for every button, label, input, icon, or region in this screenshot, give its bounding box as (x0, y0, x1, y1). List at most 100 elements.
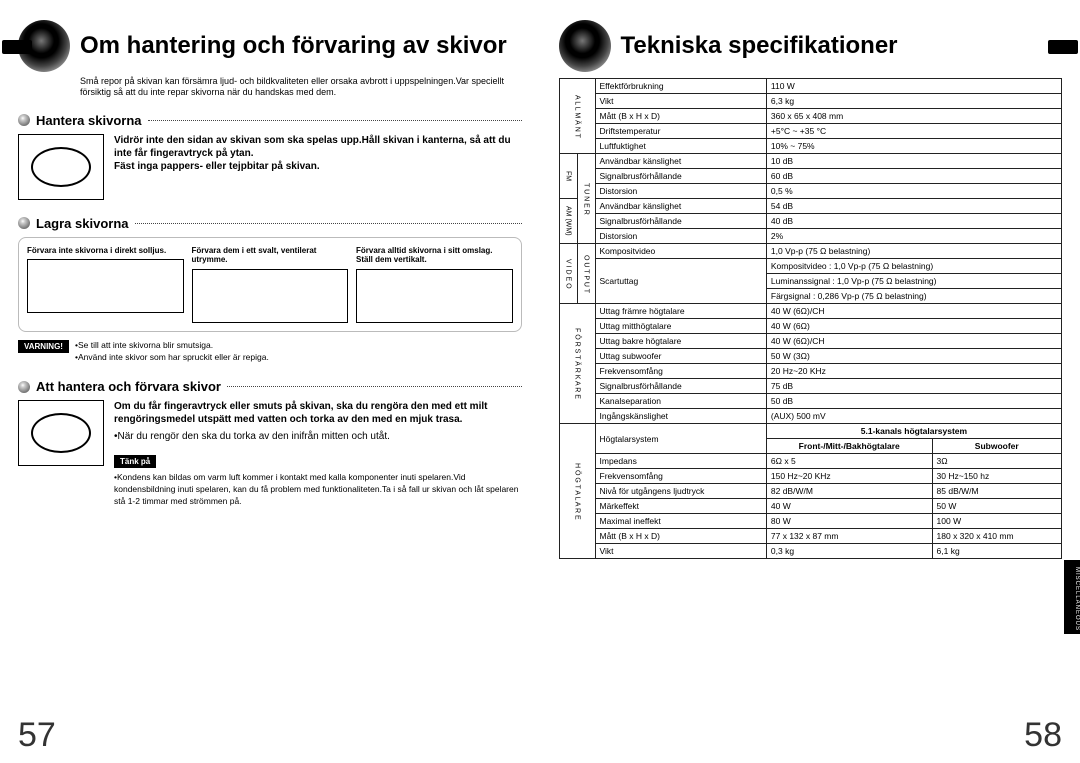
page-title-right: Tekniska specifikationer (621, 32, 898, 60)
bullet-icon (18, 114, 30, 126)
table-cell: Frekvensomfång (595, 469, 766, 484)
table-cell: Vikt (595, 94, 766, 109)
table-cell: 1,0 Vp-p (75 Ω belastning) (766, 244, 1061, 259)
table-header: 5.1-kanals högtalarsystem (766, 424, 1061, 439)
table-cell: 40 W (6Ω)/CH (766, 334, 1061, 349)
table-cell: Scartuttag (595, 259, 766, 304)
section-body: Om du får fingeravtryck eller smuts på s… (114, 400, 522, 426)
page-left: Om hantering och förvaring av skivor Små… (0, 0, 540, 763)
table-cell: V I D E O (559, 244, 577, 304)
table-cell: Högtalarsystem (595, 424, 766, 454)
table-cell: Signalbrusförhållande (595, 379, 766, 394)
store-col: Förvara alltid skivorna i sitt omslag. S… (356, 246, 513, 323)
store-caption: Förvara alltid skivorna i sitt omslag. S… (356, 246, 513, 265)
table-cell: Kompositvideo : 1,0 Vp-p (75 Ω belastnin… (766, 259, 1061, 274)
table-cell: 360 x 65 x 408 mm (766, 109, 1061, 124)
page-title-left: Om hantering och förvaring av skivor (80, 32, 507, 60)
hand-disc-illustration (18, 134, 104, 200)
table-cell: Frekvensomfång (595, 364, 766, 379)
think-badge: Tänk på (114, 455, 156, 468)
table-cell: Mått (B x H x D) (595, 529, 766, 544)
table-cell: Maximal ineffekt (595, 514, 766, 529)
page-number-right: 58 (1024, 716, 1062, 755)
table-cell: Impedans (595, 454, 766, 469)
table-cell: FM (559, 154, 577, 199)
store-caption: Förvara inte skivorna i direkt solljus. (27, 246, 184, 256)
section-note: •När du rengör den ska du torka av den i… (114, 430, 522, 443)
table-cell: 77 x 132 x 87 mm (766, 529, 932, 544)
think-text: •Kondens kan bildas om varm luft kommer … (114, 472, 522, 508)
table-cell: Uttag mitthögtalare (595, 319, 766, 334)
table-cell: 10% ~ 75% (766, 139, 1061, 154)
table-cell: 40 W (6Ω)/CH (766, 304, 1061, 319)
table-cell: Luftfuktighet (595, 139, 766, 154)
table-cell: 54 dB (766, 199, 1061, 214)
table-cell: Uttag bakre högtalare (595, 334, 766, 349)
wipe-disc-illustration (18, 400, 104, 466)
page-tab-left (2, 40, 32, 54)
table-cell: T U N E R (577, 154, 595, 244)
table-cell: 100 W (932, 514, 1061, 529)
section-body: Vidrör inte den sidan av skivan som ska … (114, 134, 522, 200)
table-cell: 50 dB (766, 394, 1061, 409)
table-cell: Luminanssignal : 1,0 Vp-p (75 Ω belastni… (766, 274, 1061, 289)
table-cell: 0,5 % (766, 184, 1061, 199)
table-cell: Kompositvideo (595, 244, 766, 259)
section-heading: Hantera skivorna (36, 113, 142, 128)
vertical-case-illustration (356, 269, 513, 323)
page-number-left: 57 (18, 716, 56, 755)
table-cell: Signalbrusförhållande (595, 214, 766, 229)
table-cell: Ingångskänslighet (595, 409, 766, 424)
table-cell: 40 W (6Ω) (766, 319, 1061, 334)
section-heading: Lagra skivorna (36, 216, 129, 231)
cool-place-illustration (192, 269, 349, 323)
section-handle: Hantera skivorna Vidrör inte den sidan a… (18, 113, 522, 200)
table-cell: 10 dB (766, 154, 1061, 169)
table-cell: Effektförbrukning (595, 79, 766, 94)
warning-line: •Se till att inte skivorna blir smutsiga… (75, 340, 269, 352)
disc-icon (559, 20, 611, 72)
table-cell: +5°C ~ +35 °C (766, 124, 1061, 139)
title-row-left: Om hantering och förvaring av skivor (18, 20, 522, 72)
table-cell: Signalbrusförhållande (595, 169, 766, 184)
table-cell: H Ö G T A L A R E (559, 424, 595, 559)
table-cell: Driftstemperatur (595, 124, 766, 139)
warning-line: •Använd inte skivor som har spruckit ell… (75, 352, 269, 364)
table-cell: 150 Hz~20 KHz (766, 469, 932, 484)
table-cell: Distorsion (595, 229, 766, 244)
table-cell: A L L M Ä N T (559, 79, 595, 154)
table-cell: Nivå för utgångens ljudtryck (595, 484, 766, 499)
table-header: Subwoofer (932, 439, 1061, 454)
table-cell: 20 Hz~20 KHz (766, 364, 1061, 379)
store-caption: Förvara dem i ett svalt, ventilerat utry… (192, 246, 349, 265)
table-cell: 82 dB/W/M (766, 484, 932, 499)
table-cell: Kanalseparation (595, 394, 766, 409)
table-cell: 50 W (932, 499, 1061, 514)
table-cell: 85 dB/W/M (932, 484, 1061, 499)
table-cell: O U T P U T (577, 244, 595, 304)
page-right: MISCELLANEOUS Tekniska specifikationer A… (540, 0, 1080, 763)
table-cell: Vikt (595, 544, 766, 559)
table-cell: Användbar känslighet (595, 154, 766, 169)
table-cell: 2% (766, 229, 1061, 244)
table-cell: Användbar känslighet (595, 199, 766, 214)
specs-table: A L L M Ä N TEffektförbrukning110 WVikt6… (559, 78, 1063, 559)
table-cell: 40 W (766, 499, 932, 514)
table-cell: 30 Hz~150 hz (932, 469, 1061, 484)
table-cell: 180 x 320 x 410 mm (932, 529, 1061, 544)
page-tab-right (1048, 40, 1078, 54)
no-sun-illustration (27, 259, 184, 313)
bullet-icon (18, 381, 30, 393)
table-cell: 50 W (3Ω) (766, 349, 1061, 364)
table-cell: 80 W (766, 514, 932, 529)
intro-text: Små repor på skivan kan försämra ljud- o… (80, 76, 522, 99)
table-cell: Distorsion (595, 184, 766, 199)
table-cell: 6Ω x 5 (766, 454, 932, 469)
table-cell: 0,3 kg (766, 544, 932, 559)
section-heading: Att hantera och förvara skivor (36, 379, 221, 394)
table-cell: Märkeffekt (595, 499, 766, 514)
warning-badge: VARNING! (18, 340, 69, 353)
table-cell: 75 dB (766, 379, 1061, 394)
table-cell: (AUX) 500 mV (766, 409, 1061, 424)
table-cell: Uttag främre högtalare (595, 304, 766, 319)
